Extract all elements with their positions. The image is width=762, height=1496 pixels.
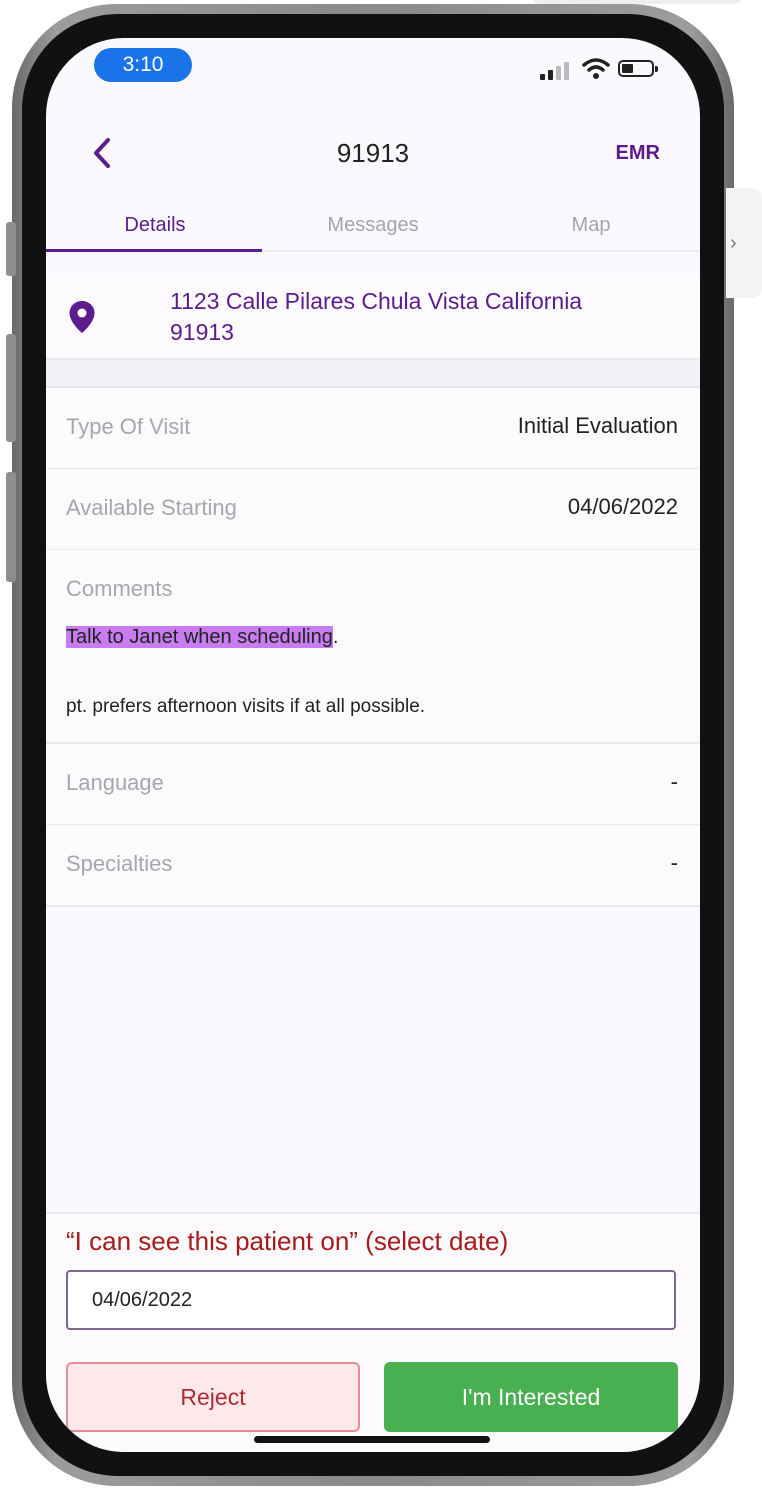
scheduling-panel: “I can see this patient on” (select date… xyxy=(46,1212,700,1452)
type-of-visit-label: Type Of Visit xyxy=(66,414,191,439)
available-starting-value: 04/06/2022 xyxy=(567,494,678,519)
wifi-icon xyxy=(582,58,610,79)
device-stage: › 3:10 91913 EMR Details Messages Map 11… xyxy=(0,0,762,1496)
type-of-visit-row: Type Of Visit Initial Evaluation xyxy=(46,388,700,470)
side-panel-toggle[interactable]: › xyxy=(726,188,762,298)
available-starting-label: Available Starting xyxy=(66,495,237,520)
comment-suffix: . xyxy=(332,626,339,648)
language-value: - xyxy=(670,769,678,794)
available-starting-row: Available Starting 04/06/2022 xyxy=(46,469,700,551)
reject-button[interactable]: Reject xyxy=(66,1362,360,1432)
tab-bar: Details Messages Map xyxy=(46,206,700,252)
date-input[interactable] xyxy=(66,1270,676,1330)
comment-line-1: Talk to Janet when scheduling. xyxy=(66,626,338,649)
active-tab-indicator xyxy=(46,249,262,252)
address-line-1: 1123 Calle Pilares Chula Vista Californi… xyxy=(170,288,583,314)
language-label: Language xyxy=(66,770,164,795)
specialties-label: Specialties xyxy=(66,851,173,876)
section-divider xyxy=(46,360,700,388)
home-indicator xyxy=(254,1436,490,1443)
tab-messages[interactable]: Messages xyxy=(264,214,482,237)
side-chevron-icon: › xyxy=(730,232,737,254)
address-card[interactable]: 1123 Calle Pilares Chula Vista Californi… xyxy=(46,276,700,360)
status-bar: 3:10 xyxy=(46,38,700,98)
date-prompt: “I can see this patient on” (select date… xyxy=(66,1226,509,1256)
comment-line-2: pt. prefers afternoon visits if at all p… xyxy=(66,696,426,717)
app-screen: 3:10 91913 EMR Details Messages Map 1123… xyxy=(46,38,700,1452)
tab-map[interactable]: Map xyxy=(482,214,700,237)
nav-header: 91913 EMR xyxy=(46,118,700,190)
volume-down-button xyxy=(6,472,16,582)
location-pin-icon xyxy=(69,301,95,333)
specialties-row: Specialties - xyxy=(46,825,700,907)
type-of-visit-value: Initial Evaluation xyxy=(517,413,678,438)
language-row: Language - xyxy=(46,744,700,826)
emr-button[interactable]: EMR xyxy=(616,142,660,165)
volume-up-button xyxy=(6,334,16,442)
signal-icon xyxy=(540,58,576,80)
mute-switch xyxy=(6,222,16,276)
comments-section: Comments Talk to Janet when scheduling. … xyxy=(46,550,700,744)
comments-label: Comments xyxy=(66,576,173,601)
highlighted-comment: Talk to Janet when scheduling xyxy=(66,626,333,648)
address-text: 1123 Calle Pilares Chula Vista Californi… xyxy=(170,286,650,348)
battery-icon xyxy=(618,60,658,77)
status-time: 3:10 xyxy=(94,48,192,82)
address-line-2: 91913 xyxy=(170,319,234,345)
tab-details[interactable]: Details xyxy=(46,214,264,237)
page-title: 91913 xyxy=(336,138,410,168)
interested-button[interactable]: I'm Interested xyxy=(384,1362,678,1432)
specialties-value: - xyxy=(670,850,678,875)
